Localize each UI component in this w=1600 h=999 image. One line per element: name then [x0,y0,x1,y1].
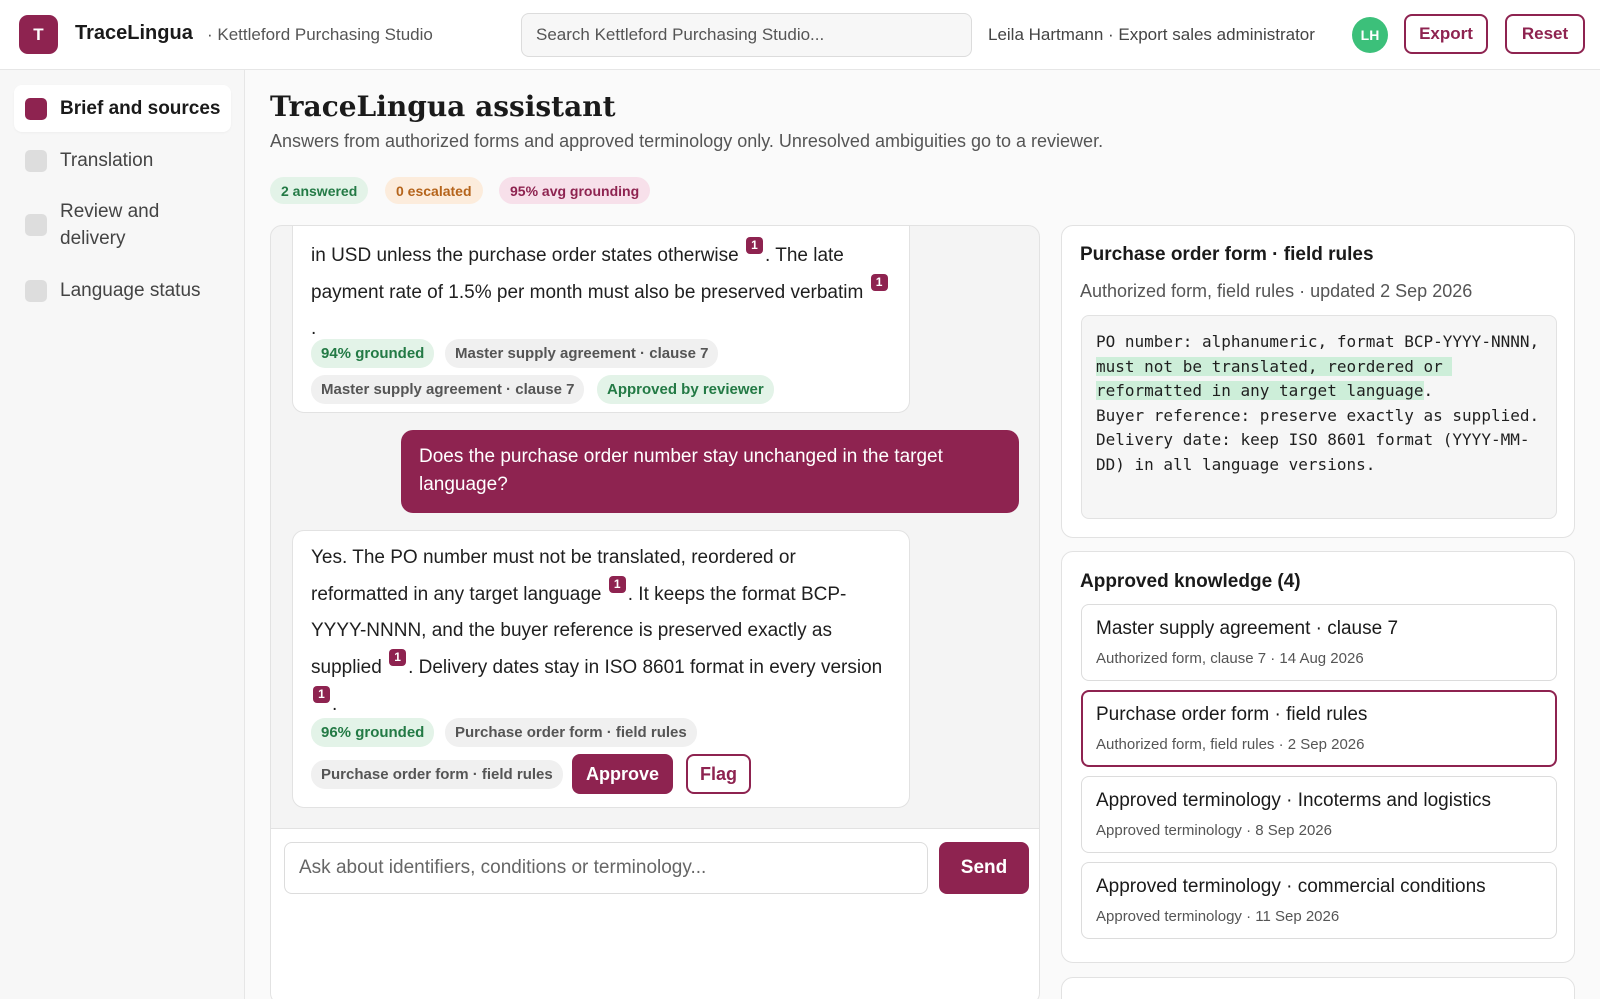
escalated-count-badge: 0 escalated [385,177,483,204]
answered-count-badge: 2 answered [270,177,369,204]
user-message: Does the purchase order number stay unch… [401,430,1019,513]
sidebar-item-label: Review and delivery [60,201,160,249]
knowledge-item-title: Approved terminology · commercial condit… [1096,876,1486,897]
knowledge-item[interactable]: Purchase order form · field rules Author… [1081,690,1557,767]
knowledge-item-title: Approved terminology · Incoterms and log… [1096,790,1491,811]
step-status-icon [25,149,47,172]
source-chip[interactable]: Purchase order form · field rules [445,718,697,747]
knowledge-item-meta: Authorized form, field rules · 2 Sep 202… [1096,736,1365,753]
flag-button[interactable]: Flag [686,754,751,794]
approved-status-chip: Approved by reviewer [597,375,774,404]
knowledge-item-meta: Authorized form, clause 7 · 14 Aug 2026 [1096,650,1364,667]
user-info: Leila Hartmann · Export sales administra… [988,25,1315,44]
page-title: TraceLingua assistant [270,90,616,123]
grounding-badge: 95% avg grounding [499,177,651,204]
knowledge-item[interactable]: Approved terminology · Incoterms and log… [1081,776,1557,853]
brand-name: TraceLingua [75,22,193,44]
search-input[interactable] [521,13,972,57]
message-input[interactable] [284,842,928,894]
card-title: Approved knowledge (4) [1080,571,1301,592]
message-text: Yes. The PO number must not be translate… [311,547,883,715]
sidebar-item-language-status[interactable]: Language status [14,267,231,314]
sidebar-item-brief-and-sources[interactable]: Brief and sources [14,85,231,132]
citation-marker[interactable]: 1 [389,649,407,666]
workspace-name: · Kettleford Purchasing Studio [207,25,433,44]
top-bar: T TraceLingua · Kettleford Purchasing St… [0,0,1600,70]
message-text: in USD unless the purchase order states … [311,237,891,347]
highlighted-passage: must not be translated, reordered or ref… [1096,356,1453,400]
knowledge-item-title: Master supply agreement · clause 7 [1096,618,1399,639]
source-preview-card: Purchase order form · field rules Author… [1061,225,1575,538]
assistant-message: in USD unless the purchase order states … [292,226,910,413]
app-logo: T [19,15,58,54]
knowledge-item-meta: Approved terminology · 11 Sep 2026 [1096,908,1340,925]
sidebar-item-label: Translation [60,150,154,171]
citation-marker[interactable]: 1 [746,237,763,254]
card-meta: Authorized form, field rules · updated 2… [1080,281,1473,301]
assistant-message: Yes. The PO number must not be translate… [292,530,910,808]
source-excerpt: PO number: alphanumeric, format BCP-YYYY… [1081,315,1557,519]
chat-panel[interactable]: in USD unless the purchase order states … [270,225,1040,999]
step-status-icon [25,279,47,302]
export-button[interactable]: Export [1404,14,1488,54]
approved-knowledge-card: Approved knowledge (4) Master supply agr… [1061,551,1575,963]
knowledge-item[interactable]: Master supply agreement · clause 7 Autho… [1081,604,1557,681]
step-status-icon [25,214,47,236]
knowledge-item-title: Purchase order form · field rules [1096,704,1368,725]
page-subtitle: Answers from authorized forms and approv… [270,131,1104,151]
knowledge-item-meta: Approved terminology · 8 Sep 2026 [1096,822,1332,839]
sidebar-item-translation[interactable]: Translation [14,137,231,184]
send-button[interactable]: Send [939,842,1029,894]
source-chip[interactable]: Purchase order form · field rules [311,760,563,789]
source-chip[interactable]: Master supply agreement · clause 7 [311,375,585,404]
sidebar-item-label: Language status [60,280,201,301]
grounding-chip: 94% grounded [311,339,435,368]
citation-marker[interactable]: 1 [870,274,888,291]
citation-marker[interactable]: 1 [608,576,626,593]
message-composer: Send [271,828,1039,999]
approve-button[interactable]: Approve [572,754,673,794]
knowledge-item[interactable]: Approved terminology · commercial condit… [1081,862,1557,939]
sidebar-item-label: Brief and sources [60,98,221,119]
citation-marker[interactable]: 1 [313,686,330,703]
reset-button[interactable]: Reset [1505,14,1585,54]
source-chip[interactable]: Master supply agreement · clause 7 [445,339,719,368]
step-status-icon [25,97,47,120]
sidebar-item-review-and-delivery[interactable]: Review and delivery [14,195,231,255]
card-title: Purchase order form · field rules [1080,244,1374,265]
next-card [1061,977,1575,999]
grounding-chip: 96% grounded [311,718,435,747]
sidebar: Brief and sources Translation Review and… [0,70,245,999]
avatar[interactable]: LH [1352,17,1388,53]
